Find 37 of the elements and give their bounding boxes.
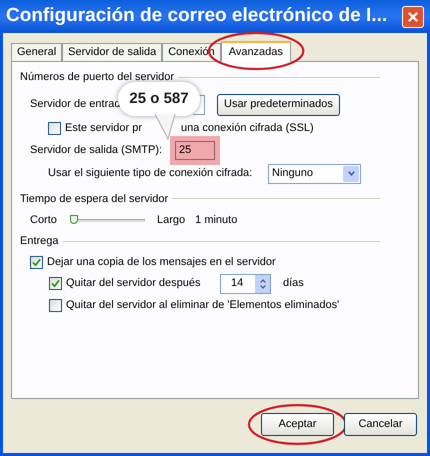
slider-label: Corto	[30, 212, 58, 228]
checkmark-icon	[51, 279, 60, 288]
defaults-button[interactable]: Usar predeterminados	[217, 94, 340, 116]
callout-text: 25 o 587	[129, 88, 189, 109]
number-spinner[interactable]: 14	[220, 274, 271, 294]
chevron-down-icon	[343, 166, 359, 182]
checkbox[interactable]	[49, 299, 62, 312]
section-heading: Entrega	[20, 234, 59, 249]
dialog-button[interactable]: Aceptar	[261, 413, 334, 436]
slider-reading: 1 minuto	[195, 212, 238, 228]
field-label: Servidor de entrad	[30, 97, 120, 112]
tab[interactable]: Servidor de salida	[62, 43, 162, 61]
spinner-arrows-icon	[255, 274, 270, 292]
slider-label: Largo	[157, 212, 186, 228]
checkbox-label: Dejar una copia de los mensajes en el servidor	[47, 255, 276, 270]
tab[interactable]: Avanzadas	[220, 41, 291, 62]
input-field[interactable]: 25	[175, 141, 215, 160]
dialog-button[interactable]: Cancelar	[344, 413, 417, 436]
checkbox[interactable]	[48, 122, 61, 135]
field-label: Servidor de salida (SMTP):	[30, 143, 164, 158]
window-title: Configuración de correo electrónico de I...	[6, 4, 388, 28]
section-heading: Números de puerto del servidor	[20, 70, 174, 85]
tab[interactable]: General	[11, 43, 62, 61]
unit-label: días	[283, 276, 304, 292]
dropdown[interactable]: Ninguno	[268, 164, 361, 184]
checkbox-label: una conexión cifrada (SSL)	[181, 121, 314, 136]
close-icon	[407, 10, 419, 22]
checkbox[interactable]	[49, 277, 62, 290]
checkbox-label: Quitar del servidor al eliminar de 'Elementos eliminados'	[66, 298, 340, 314]
checkbox-label: Este servidor pr	[65, 121, 142, 136]
slider-thumb[interactable]	[70, 214, 78, 224]
field-label: Usar el siguiente tipo de conexión cifrada:	[48, 166, 252, 182]
close-button[interactable]	[402, 6, 424, 28]
section-heading: Tiempo de espera del servidor	[20, 192, 168, 206]
checkbox[interactable]	[30, 256, 43, 269]
checkbox-label: Quitar del servidor después	[66, 276, 202, 292]
checkmark-icon	[32, 258, 41, 267]
